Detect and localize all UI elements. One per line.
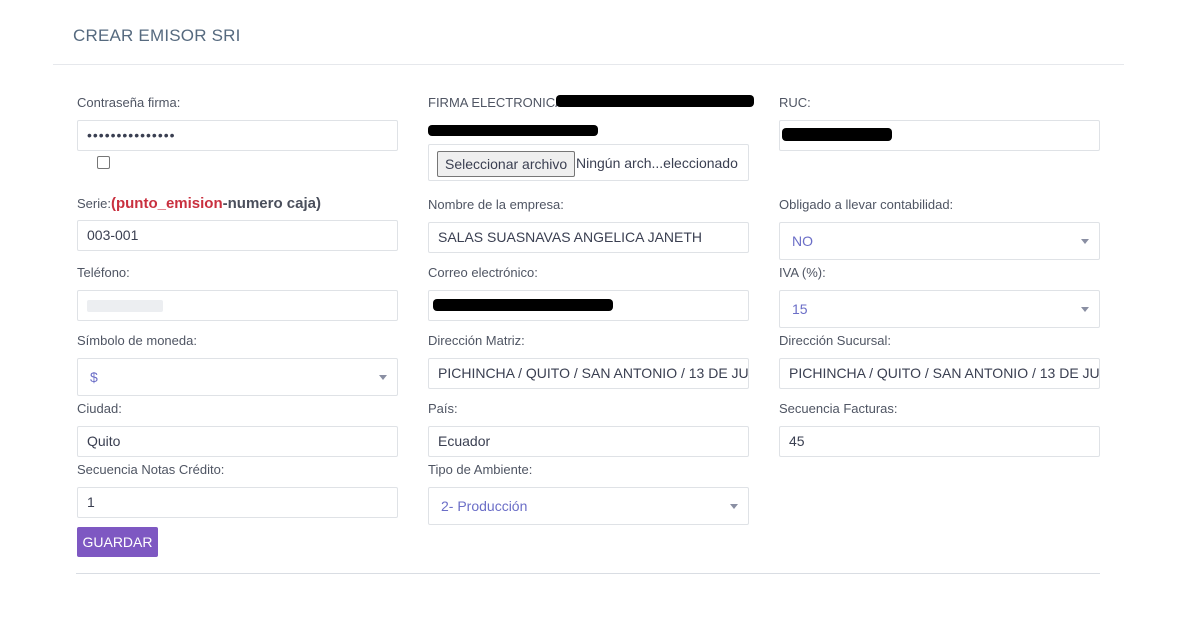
serie-label-prefix: Serie:	[77, 196, 111, 211]
redacted-firma-name-2	[428, 125, 598, 136]
show-password-checkbox[interactable]	[97, 156, 110, 169]
password-label: Contraseña firma:	[77, 95, 181, 110]
ciudad-label: Ciudad:	[77, 401, 122, 416]
chevron-down-icon	[1081, 239, 1089, 244]
file-status-text: Ningún arch...eleccionado	[576, 155, 738, 171]
redacted-telefono	[87, 300, 163, 312]
dir-sucursal-label: Dirección Sucursal:	[779, 333, 891, 348]
serie-input[interactable]: 003-001	[77, 220, 398, 251]
empresa-label: Nombre de la empresa:	[428, 197, 564, 212]
moneda-label: Símbolo de moneda:	[77, 333, 197, 348]
dir-sucursal-field-group: Dirección Sucursal: PICHINCHA / QUITO / …	[779, 333, 1100, 389]
correo-label: Correo electrónico:	[428, 265, 538, 280]
ciudad-input[interactable]: Quito	[77, 426, 398, 457]
seq-facturas-input[interactable]: 45	[779, 426, 1100, 457]
ruc-field-group: RUC:	[779, 95, 1100, 151]
seq-facturas-field-group: Secuencia Facturas: 45	[779, 401, 1100, 457]
ruc-label: RUC:	[779, 95, 811, 110]
contabilidad-select[interactable]: NO	[779, 222, 1100, 260]
ciudad-field-group: Ciudad: Quito	[77, 401, 398, 457]
redacted-correo	[433, 299, 613, 311]
password-input[interactable]: •••••••••••••••	[77, 120, 398, 151]
moneda-select[interactable]: $	[77, 358, 398, 396]
chevron-down-icon	[730, 504, 738, 509]
moneda-field-group: Símbolo de moneda: $	[77, 333, 398, 396]
telefono-field-group: Teléfono:	[77, 265, 398, 321]
pais-label: País:	[428, 401, 458, 416]
contabilidad-value: NO	[792, 233, 813, 249]
redacted-ruc	[782, 128, 892, 141]
seq-notas-field-group: Secuencia Notas Crédito: 1	[77, 462, 398, 518]
dir-matriz-input[interactable]: PICHINCHA / QUITO / SAN ANTONIO / 13 DE …	[428, 358, 749, 389]
bottom-divider	[76, 573, 1100, 574]
ambiente-select[interactable]: 2- Producción	[428, 487, 749, 525]
seq-facturas-label: Secuencia Facturas:	[779, 401, 898, 416]
pais-input[interactable]: Ecuador	[428, 426, 749, 457]
iva-label: IVA (%):	[779, 265, 826, 280]
seq-notas-label: Secuencia Notas Crédito:	[77, 462, 225, 477]
ambiente-value: 2- Producción	[441, 498, 528, 514]
chevron-down-icon	[1081, 307, 1089, 312]
moneda-value: $	[90, 369, 98, 385]
pais-field-group: País: Ecuador	[428, 401, 749, 457]
correo-field-group: Correo electrónico:	[428, 265, 749, 321]
select-file-button[interactable]: Seleccionar archivo	[437, 151, 576, 177]
ambiente-label: Tipo de Ambiente:	[428, 462, 533, 477]
iva-value: 15	[792, 301, 808, 317]
serie-field-group: Serie:(punto_emision-numero caja) 003-00…	[77, 195, 398, 251]
seq-notas-input[interactable]: 1	[77, 487, 398, 518]
iva-field-group: IVA (%): 15	[779, 265, 1100, 328]
save-button[interactable]: GUARDAR	[77, 527, 158, 557]
redacted-firma-name-1	[556, 95, 754, 107]
empresa-field-group: Nombre de la empresa: SALAS SUASNAVAS AN…	[428, 197, 749, 253]
iva-select[interactable]: 15	[779, 290, 1100, 328]
dir-matriz-label: Dirección Matriz:	[428, 333, 525, 348]
dir-sucursal-input[interactable]: PICHINCHA / QUITO / SAN ANTONIO / 13 DE …	[779, 358, 1100, 389]
firma-file-input[interactable]: Seleccionar archivo Ningún arch...elecci…	[428, 144, 749, 181]
telefono-label: Teléfono:	[77, 265, 130, 280]
password-field-group: Contraseña firma: •••••••••••••••	[77, 95, 398, 151]
telefono-input[interactable]	[77, 290, 398, 321]
contabilidad-label: Obligado a llevar contabilidad:	[779, 197, 954, 212]
contabilidad-field-group: Obligado a llevar contabilidad: NO	[779, 197, 1100, 260]
page-title: CREAR EMISOR SRI	[73, 26, 241, 45]
serie-label-suffix: -numero caja)	[222, 195, 321, 212]
chevron-down-icon	[379, 375, 387, 380]
title-divider	[53, 64, 1124, 65]
empresa-input[interactable]: SALAS SUASNAVAS ANGELICA JANETH	[428, 222, 749, 253]
dir-matriz-field-group: Dirección Matriz: PICHINCHA / QUITO / SA…	[428, 333, 749, 389]
serie-label: Serie:(punto_emision-numero caja)	[77, 195, 398, 212]
serie-label-highlight: (punto_emision	[110, 195, 223, 212]
ambiente-field-group: Tipo de Ambiente: 2- Producción	[428, 462, 749, 525]
